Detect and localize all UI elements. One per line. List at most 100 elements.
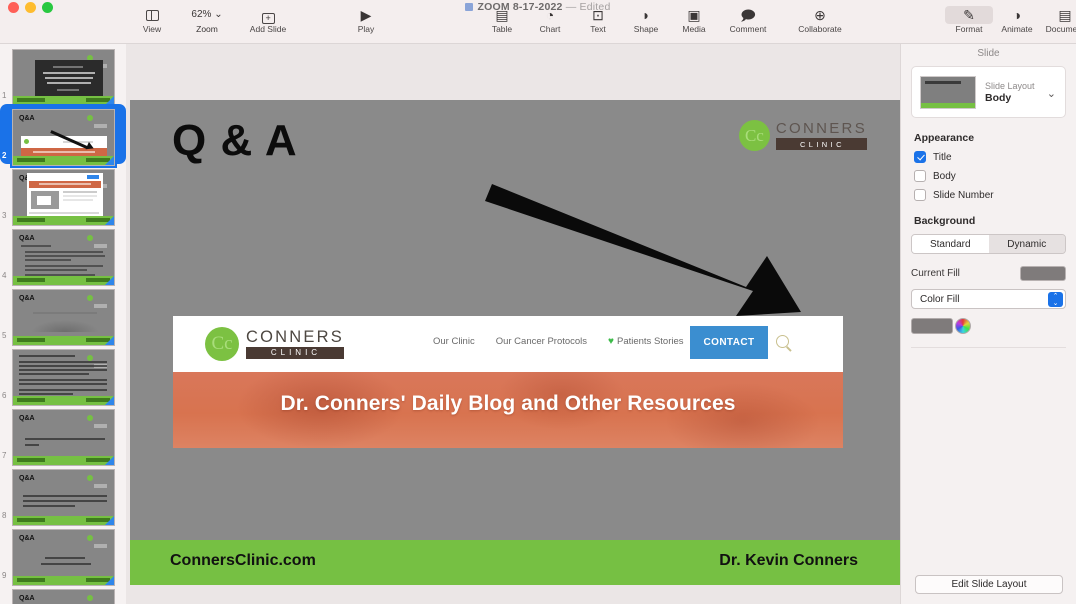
website-screenshot[interactable]: CONNERS CLINIC Our Clinic Our Cancer Pro…	[173, 316, 843, 448]
current-fill-swatch[interactable]	[1020, 266, 1066, 281]
zoom-value[interactable]: 62% ⌄	[176, 6, 238, 24]
chevron-down-icon: ⌄	[214, 9, 223, 20]
checkbox-title[interactable]	[914, 151, 926, 163]
list-item[interactable]: 4 Q&A	[0, 224, 126, 286]
list-item[interactable]: 7 Q&A	[0, 404, 126, 466]
thumb-logo-icon	[87, 235, 109, 248]
slide-number: 9	[2, 571, 7, 580]
slide-brand-logo[interactable]: CONNERS CLINIC	[738, 120, 867, 151]
list-item[interactable]: 3 Q&A	[0, 164, 126, 226]
website-logo[interactable]: CONNERS CLINIC	[205, 327, 344, 361]
format-inspector[interactable]: Slide Slide Layout Body ⌄ Appearance Tit…	[900, 44, 1076, 604]
thumb-title: Q&A	[19, 415, 35, 422]
website-nav-links[interactable]: Our Clinic Our Cancer Protocols ♥ Patient…	[433, 336, 684, 347]
play-label: Play	[357, 24, 375, 34]
segment-standard[interactable]: Standard	[912, 235, 989, 253]
appearance-option-body[interactable]: Body	[914, 170, 1076, 182]
thumb-logo-icon	[87, 475, 109, 488]
appearance-option-body-label: Body	[933, 170, 956, 182]
slide-thumbnail[interactable]: Q&A	[12, 229, 115, 286]
list-item[interactable]: 6	[0, 344, 126, 406]
table-button[interactable]: ▤ Table	[478, 6, 526, 35]
current-fill-row: Current Fill	[911, 266, 1066, 281]
website-banner: Dr. Conners' Daily Blog and Other Resour…	[173, 372, 843, 448]
slide-layout-card[interactable]: Slide Layout Body ⌄	[911, 66, 1066, 118]
list-item[interactable]: 2 Q&A	[0, 104, 126, 168]
play-button[interactable]: ▶ Play	[342, 6, 390, 35]
fill-color-row[interactable]	[911, 318, 1066, 334]
background-mode-segmented-control[interactable]: Standard Dynamic	[911, 234, 1066, 254]
slide-number: 8	[2, 511, 7, 520]
thumb-logo-icon	[87, 535, 109, 548]
slide-number: 3	[2, 211, 7, 220]
fill-type-value: Color Fill	[920, 294, 960, 305]
keynote-window: ZOOM 8-17-2022 — Edited View 62% ⌄ Zoom …	[0, 0, 1076, 604]
list-item[interactable]: 9 Q&A	[0, 524, 126, 586]
toolbar-left-group: View 62% ⌄ Zoom + Add Slide	[128, 6, 298, 35]
search-icon[interactable]	[776, 335, 789, 348]
slide-layout-thumbnail	[920, 75, 976, 109]
view-button[interactable]: View	[128, 6, 176, 35]
current-slide[interactable]: Q & A CONNERS CLINIC CONNERS CLINIC	[130, 100, 902, 540]
slide-canvas[interactable]: Q & A CONNERS CLINIC CONNERS CLINIC	[126, 44, 914, 604]
animate-label: Animate	[1001, 24, 1033, 34]
nav-link-patients-stories[interactable]: ♥ Patients Stories	[608, 336, 683, 347]
slide-thumbnail[interactable]: Q&A	[12, 409, 115, 466]
slide-thumbnail[interactable]	[12, 49, 115, 106]
nav-link-our-clinic[interactable]: Our Clinic	[433, 336, 475, 347]
slide-number: 7	[2, 451, 7, 460]
media-label: Media	[682, 24, 706, 34]
appearance-option-slide-number-label: Slide Number	[933, 189, 994, 201]
brand-name: CONNERS	[775, 120, 867, 137]
document-button[interactable]: ▤ Document	[1041, 6, 1076, 35]
fill-type-select[interactable]: Color Fill ⌃ ⌄	[911, 289, 1066, 309]
appearance-option-title-label: Title	[933, 151, 952, 163]
slide-thumbnail[interactable]: Q&A	[12, 169, 115, 226]
conners-mark-icon	[738, 120, 770, 151]
checkbox-body[interactable]	[914, 170, 926, 182]
collaborate-label: Collaborate	[798, 24, 842, 34]
toolbar-right-group: ✎ Format ◑ Animate ▤ Document	[945, 6, 1076, 35]
slide-heading[interactable]: Q & A	[172, 116, 298, 166]
document-icon	[465, 3, 474, 11]
heart-icon: ♥	[608, 336, 614, 347]
edit-slide-layout-button[interactable]: Edit Slide Layout	[915, 575, 1063, 594]
chart-button[interactable]: ◔ Chart	[526, 6, 574, 35]
media-button[interactable]: ▣ Media	[670, 6, 718, 35]
list-item[interactable]: 10 Q&A	[0, 584, 126, 604]
website-banner-title: Dr. Conners' Daily Blog and Other Resour…	[280, 392, 736, 415]
slide-thumbnail[interactable]	[12, 349, 115, 406]
appearance-option-slide-number[interactable]: Slide Number	[914, 189, 1076, 201]
checkbox-slide-number[interactable]	[914, 189, 926, 201]
segment-dynamic[interactable]: Dynamic	[988, 235, 1065, 253]
color-wheel-icon[interactable]	[955, 318, 971, 334]
slide-thumbnail[interactable]: Q&A	[12, 529, 115, 586]
slide-thumbnail[interactable]: Q&A	[12, 469, 115, 526]
text-button[interactable]: ⊡ Text	[574, 6, 622, 35]
collaborate-button[interactable]: ⊕ Collaborate	[790, 6, 850, 35]
list-item[interactable]: 8 Q&A	[0, 464, 126, 526]
thumb-title: Q&A	[19, 295, 35, 302]
stepper-arrows-icon[interactable]: ⌃ ⌄	[1048, 292, 1063, 307]
shape-button[interactable]: ◗ Shape	[622, 6, 670, 35]
chevron-down-icon[interactable]: ⌄	[1047, 87, 1056, 100]
slide-thumbnail[interactable]: Q&A	[12, 289, 115, 346]
slide-navigator[interactable]: 1 2 Q&A 3 4 Q&A 5 Q&A 6 7 Q&A 8 Q&A 9 Q&…	[0, 44, 126, 604]
slide-layout-value: Body	[985, 91, 1012, 104]
slide-footer-bar: ConnersClinic.com Dr. Kevin Conners	[130, 540, 902, 585]
add-slide-button[interactable]: + Add Slide	[238, 6, 298, 35]
nav-link-patients-stories-label: Patients Stories	[616, 336, 684, 347]
zoom-control[interactable]: 62% ⌄ Zoom	[176, 6, 238, 35]
nav-link-our-cancer-protocols[interactable]: Our Cancer Protocols	[496, 336, 587, 347]
chart-icon: ◔	[545, 7, 555, 23]
slide-thumbnail[interactable]: Q&A	[12, 589, 115, 604]
contact-button[interactable]: CONTACT	[690, 326, 768, 359]
list-item[interactable]: 1	[0, 44, 126, 106]
comment-button[interactable]: 🗩 Comment	[718, 6, 778, 35]
appearance-option-title[interactable]: Title	[914, 151, 1076, 163]
fill-color-chip[interactable]	[911, 318, 953, 334]
slide-thumbnail[interactable]: Q&A	[10, 107, 117, 168]
format-button[interactable]: ✎ Format	[945, 6, 993, 35]
animate-button[interactable]: ◑ Animate	[993, 6, 1041, 35]
list-item[interactable]: 5 Q&A	[0, 284, 126, 346]
